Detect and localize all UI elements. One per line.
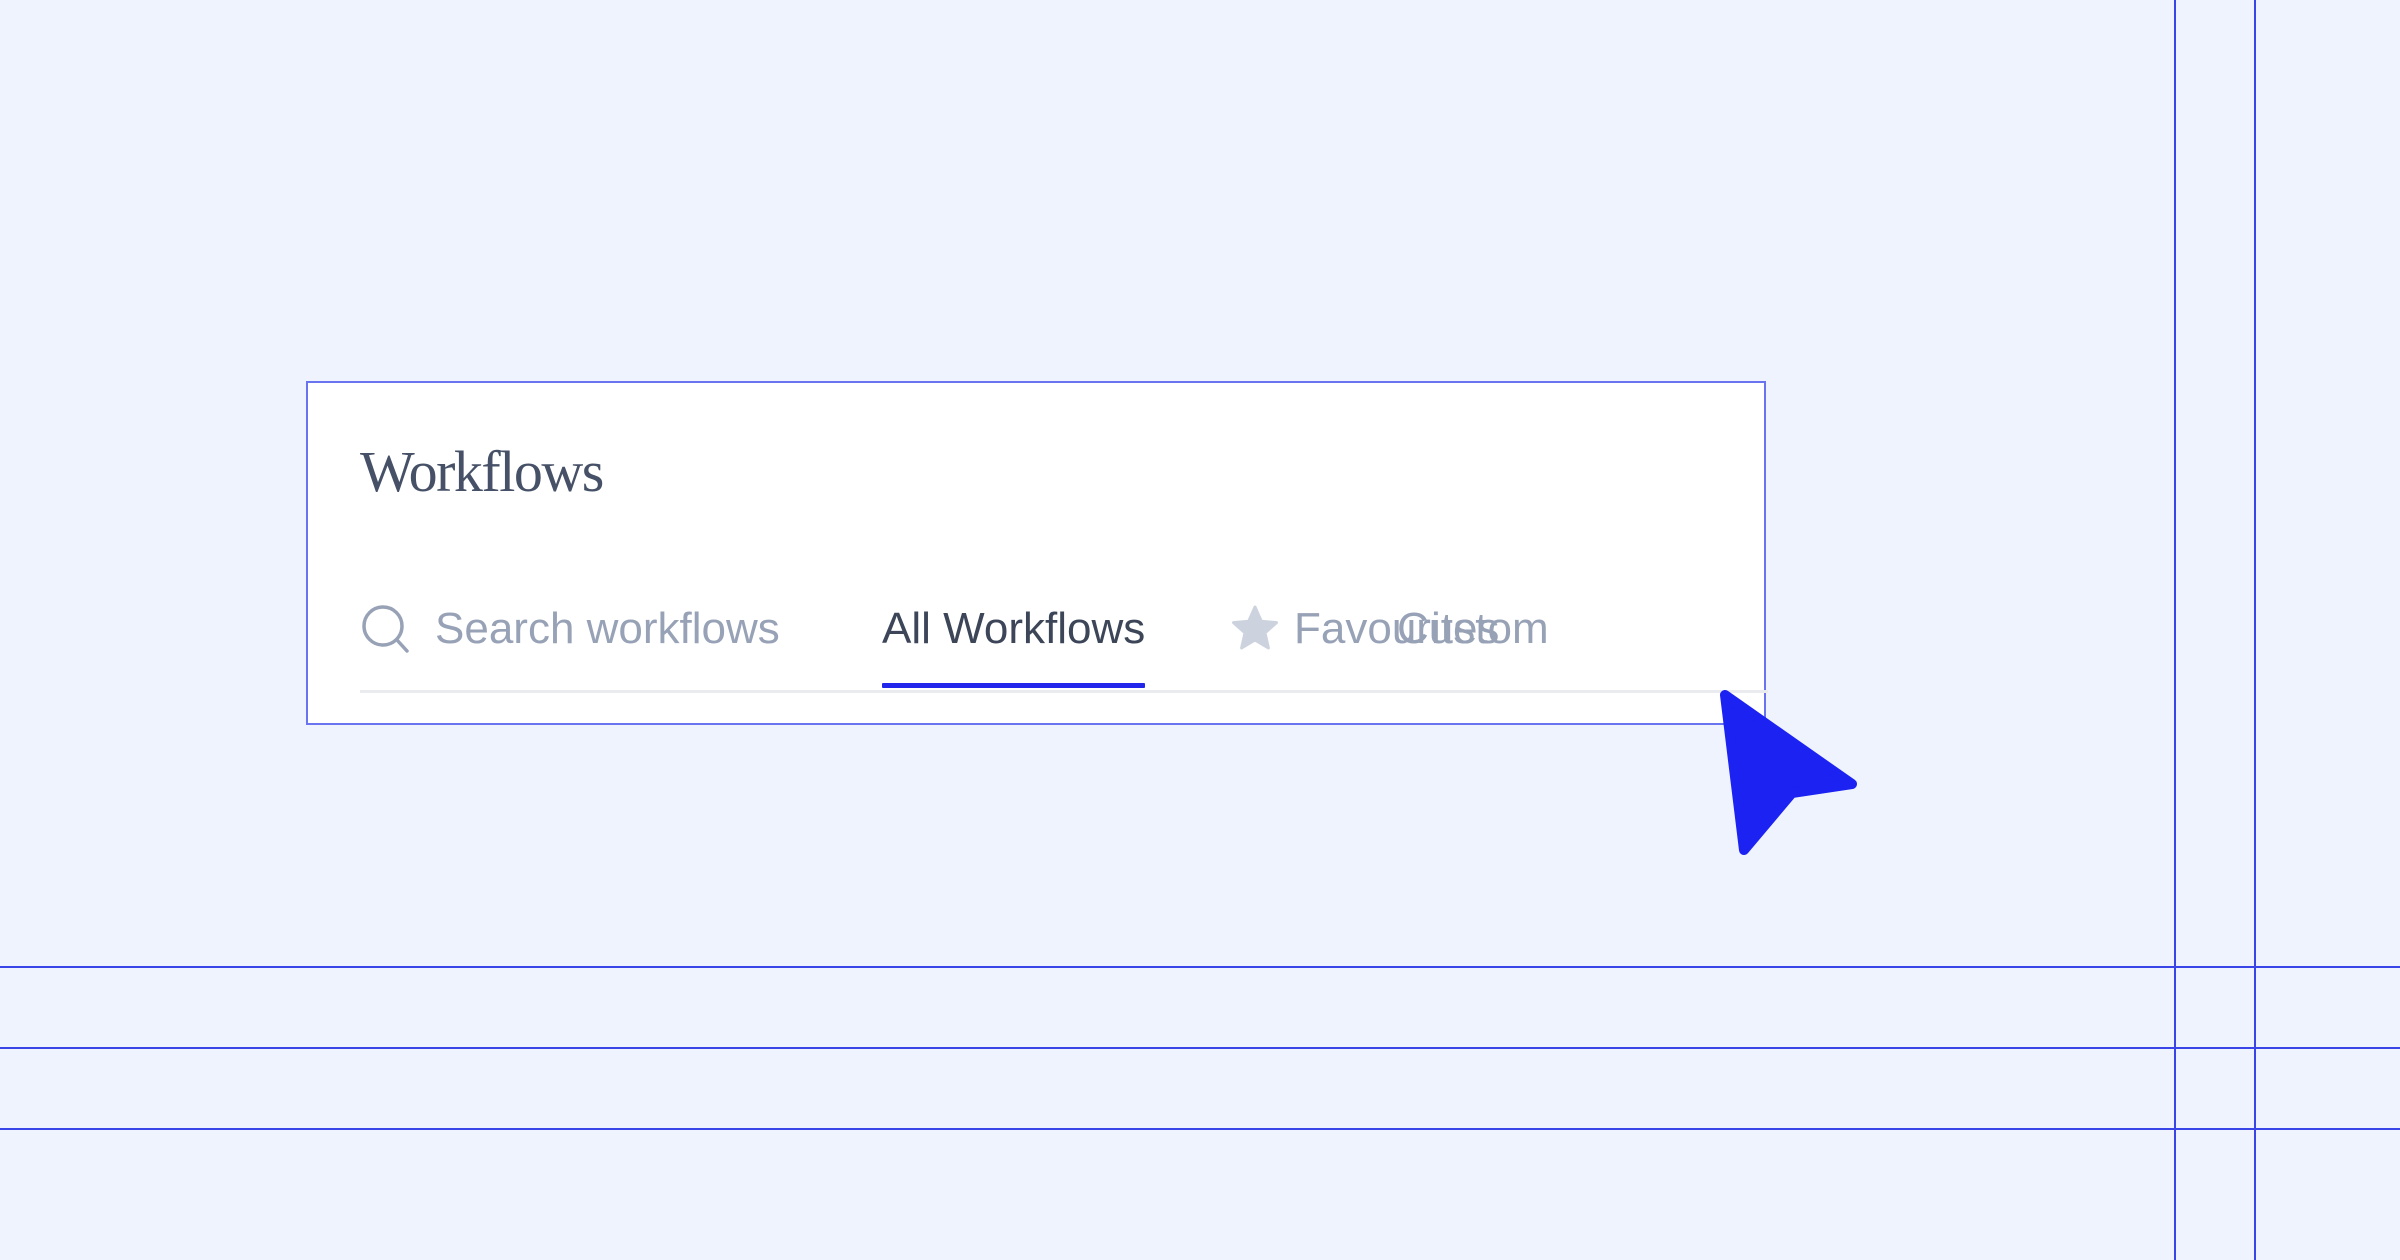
star-icon <box>1230 604 1280 654</box>
active-tab-indicator <box>882 683 1146 688</box>
vertical-guide-line <box>2174 0 2176 1260</box>
search-input[interactable] <box>435 604 835 654</box>
tab-label: Custom <box>1397 604 1549 653</box>
horizontal-guide-line <box>0 966 2400 968</box>
horizontal-guide-line <box>0 1128 2400 1130</box>
horizontal-guide-line <box>0 1047 2400 1049</box>
tab-label: All Workflows <box>882 604 1146 653</box>
search-icon <box>360 602 410 656</box>
workflows-panel: Workflows All Workflows Favourites <box>306 381 1768 725</box>
tab-bar-divider <box>360 690 1768 693</box>
tab-all-workflows[interactable]: All Workflows <box>882 583 1146 688</box>
mouse-pointer-icon <box>1720 690 1857 855</box>
vertical-guide-line <box>2254 0 2256 1260</box>
search-field[interactable] <box>360 583 835 675</box>
page-title: Workflows <box>360 439 604 504</box>
tab-custom[interactable]: Custom <box>1397 583 1549 675</box>
tab-bar: All Workflows Favourites Custom <box>360 583 1764 688</box>
